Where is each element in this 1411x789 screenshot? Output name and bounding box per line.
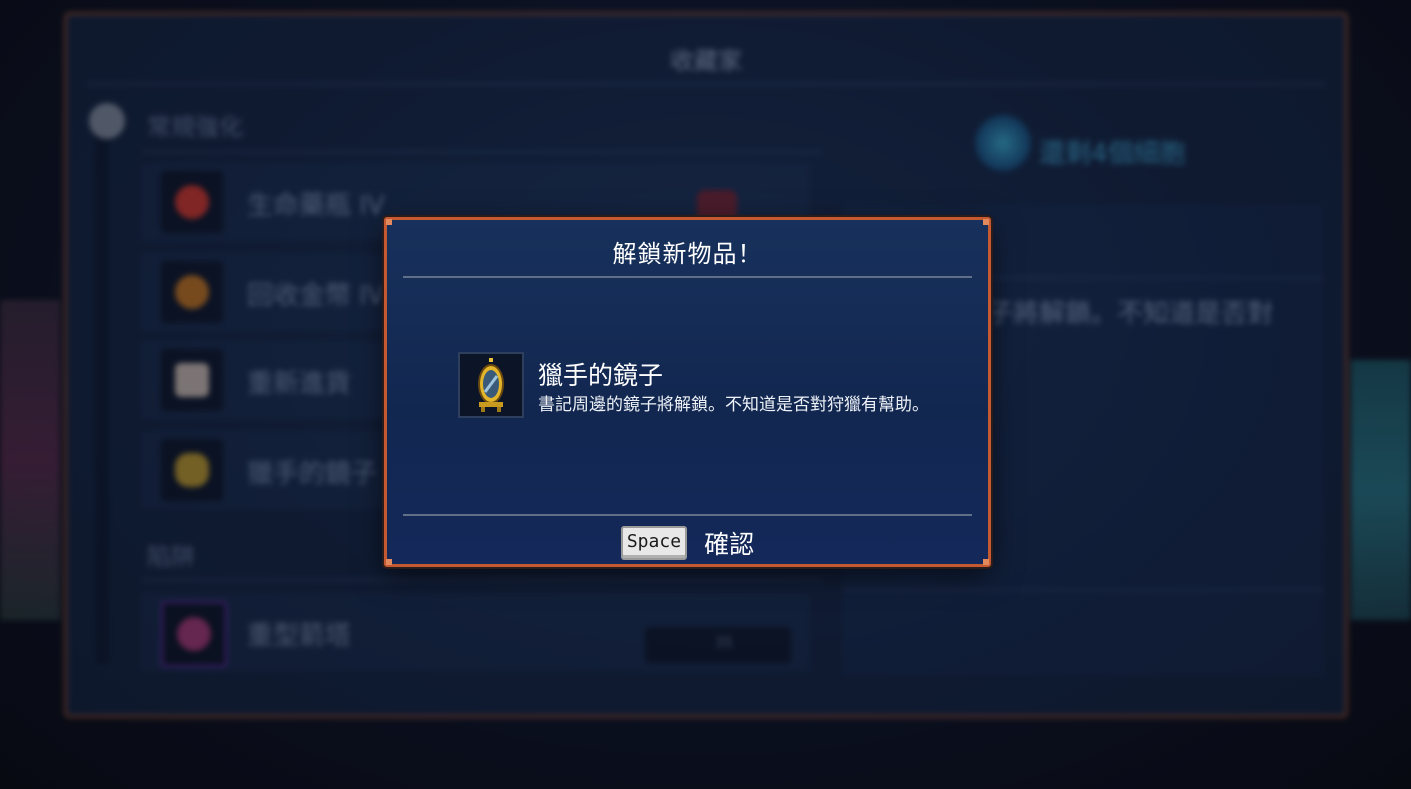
cell-cost-value: 35: [715, 635, 733, 651]
dialog-title-divider: [403, 276, 972, 278]
background-glow-left: [0, 300, 60, 620]
section-traps: 陷阱: [147, 543, 195, 571]
mirror-icon: [458, 352, 524, 418]
confirm-row[interactable]: Space 確認: [387, 525, 988, 561]
heavy-turret-icon: [161, 601, 227, 667]
section-divider: [143, 151, 823, 153]
scrollbar-track[interactable]: [95, 105, 109, 665]
dialog-corner-ornament: [386, 219, 392, 225]
list-item-label: 重新進貨: [247, 369, 352, 399]
collector-title: 收藏家: [670, 47, 742, 75]
detail-divider: [843, 589, 1323, 591]
cell-cost-counter: 35: [645, 627, 791, 663]
background-glow-right: [1351, 360, 1411, 620]
item-detail-description: 子將解鎖。不知道是否對: [987, 299, 1274, 329]
dialog-corner-ornament: [983, 219, 989, 225]
unlocked-item-description: 書記周邊的鏡子將解鎖。不知道是否對狩獵有幫助。: [538, 395, 929, 415]
unlocked-item-name: 獵手的鏡子: [538, 361, 664, 390]
list-item-label: 獵手的鏡子: [247, 459, 378, 489]
title-divider: [87, 83, 1325, 85]
section-regular-upgrades: 常規強化: [147, 113, 243, 141]
gold-coins-icon: [161, 261, 223, 323]
unlock-dialog: 解鎖新物品！ 獵手的鏡子 書記周邊的鏡子將解鎖。不知道是否對狩獵有幫助。 Spa…: [384, 217, 991, 567]
dice-icon: [161, 349, 223, 411]
dialog-footer-divider: [403, 514, 972, 516]
list-item-label: 生命藥瓶 IV: [247, 191, 385, 221]
cell-icon: [975, 115, 1031, 171]
list-item-label: 重型箭塔: [247, 621, 352, 651]
dialog-title: 解鎖新物品！: [612, 240, 763, 268]
mirror-icon: [161, 439, 223, 501]
cells-remaining: 還剩4個細胞: [1039, 139, 1186, 169]
list-item-label: 回收金幣 IV: [247, 281, 385, 311]
mirror-icon-graphic: [478, 358, 504, 412]
health-flask-icon: [161, 171, 223, 233]
confirm-button[interactable]: 確認: [704, 525, 754, 561]
scrollbar-knob[interactable]: [89, 103, 125, 139]
space-key-icon[interactable]: Space: [620, 526, 688, 560]
section-divider: [143, 579, 823, 581]
